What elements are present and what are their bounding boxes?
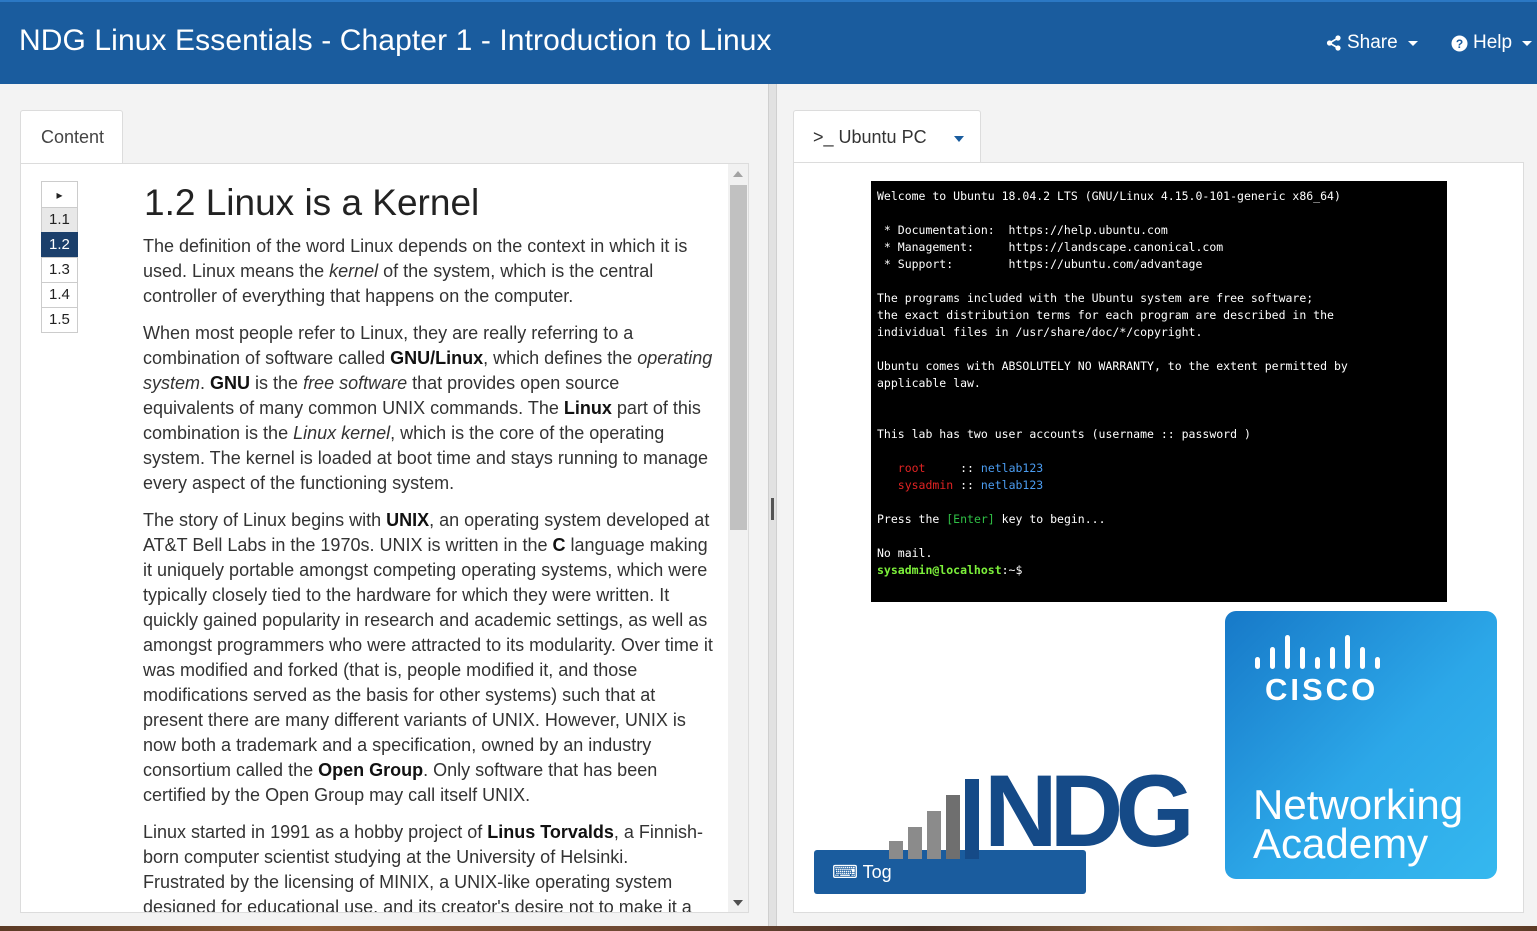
chevron-down-icon (1522, 40, 1533, 46)
shell-prompt-user: sysadmin@localhost (877, 563, 1002, 577)
cisco-bridge-icon (1255, 635, 1385, 669)
help-menu-button[interactable]: ? Help (1451, 32, 1533, 54)
keyboard-icon: ⌨ (832, 862, 858, 882)
tab-content[interactable]: Content (20, 110, 123, 164)
tab-ubuntu-pc-label: >_ Ubuntu PC (813, 127, 927, 147)
shell-prompt-path: :~$ (1001, 563, 1023, 577)
paragraph-4: Linux started in 1991 as a hobby project… (143, 822, 703, 913)
terminal-line: * Management: https://landscape.canonica… (877, 240, 1224, 254)
cisco-wordmark: CISCO (1265, 672, 1379, 707)
sysadmin-password: netlab123 (980, 478, 1044, 492)
desktop-background-strip (0, 926, 1537, 931)
help-label: Help (1473, 32, 1513, 53)
terminal-line: No mail. (877, 546, 933, 560)
pager-item-1-2[interactable]: 1.2 (41, 232, 78, 258)
lab-panel: >_ Ubuntu PC Welcome to Ubuntu 18.04.2 L… (777, 84, 1537, 931)
paragraph-3: The story of Linux begins with UNIX, an … (143, 510, 713, 805)
scroll-up-icon[interactable] (733, 171, 743, 177)
terminal-line: The programs included with the Ubuntu sy… (877, 291, 1314, 305)
terminal-separator: :: (953, 461, 981, 475)
terminal-line: * Documentation: https://help.ubuntu.com (877, 223, 1168, 237)
terminal-line: applicable law. (877, 376, 981, 390)
terminal-text: Press the (877, 512, 947, 526)
pager-expand-button[interactable]: ▸ (41, 181, 78, 208)
chevron-down-icon[interactable] (954, 136, 964, 142)
cisco-networking-academy-logo: CISCO Networking Academy (1225, 611, 1497, 879)
paragraph-2: When most people refer to Linux, they ar… (143, 323, 713, 493)
academy-line-2: Academy (1253, 820, 1429, 867)
page-title: NDG Linux Essentials - Chapter 1 - Intro… (19, 24, 772, 57)
ndg-logo: NDG (889, 754, 1209, 873)
lab-area: Welcome to Ubuntu 18.04.2 LTS (GNU/Linux… (793, 162, 1524, 913)
ndg-logo-bar (946, 795, 960, 859)
root-username: root (897, 461, 926, 475)
terminal-text: key to begin... (994, 512, 1106, 526)
enter-key-hint: [Enter] (946, 512, 995, 526)
content-area: ▸ 1.1 1.2 1.3 1.4 1.5 1.2 Linux is a Ker… (20, 163, 749, 913)
terminal-line: Ubuntu comes with ABSOLUTELY NO WARRANTY… (877, 359, 1348, 373)
terminal-line: individual files in /usr/share/doc/*/cop… (877, 325, 1203, 339)
ndg-logo-bar (965, 779, 979, 859)
content-panel: Content ▸ 1.1 1.2 1.3 1.4 1.5 1.2 Linux … (0, 84, 768, 931)
svg-text:?: ? (1456, 37, 1463, 51)
pager-item-1-5[interactable]: 1.5 (41, 307, 78, 333)
paragraph-1: The definition of the word Linux depends… (143, 236, 688, 306)
panel-resize-divider[interactable] (768, 84, 777, 931)
ndg-logo-bar (927, 811, 941, 859)
terminal-separator: :: (953, 478, 981, 492)
share-menu-button[interactable]: Share (1326, 32, 1418, 54)
terminal-line: the exact distribution terms for each pr… (877, 308, 1334, 322)
chevron-down-icon (1407, 40, 1418, 46)
top-navbar: NDG Linux Essentials - Chapter 1 - Intro… (0, 0, 1537, 84)
caret-right-icon: ▸ (56, 188, 63, 202)
content-scrollbar[interactable] (728, 164, 748, 912)
section-heading: 1.2 Linux is a Kernel (144, 182, 480, 223)
pager-item-1-1[interactable]: 1.1 (41, 207, 78, 233)
section-pager: ▸ 1.1 1.2 1.3 1.4 1.5 (41, 181, 78, 333)
ndg-logo-bar (908, 827, 922, 859)
tab-ubuntu-pc[interactable]: >_ Ubuntu PC (793, 110, 981, 164)
article: 1.2 Linux is a Kernel The definition of … (143, 176, 713, 913)
terminal-line: Welcome to Ubuntu 18.04.2 LTS (GNU/Linux… (877, 189, 1341, 203)
terminal-console[interactable]: Welcome to Ubuntu 18.04.2 LTS (GNU/Linux… (871, 181, 1447, 602)
pager-item-1-4[interactable]: 1.4 (41, 282, 78, 308)
scroll-down-icon[interactable] (733, 900, 743, 906)
resize-grip-icon[interactable] (771, 498, 774, 520)
root-password: netlab123 (980, 461, 1044, 475)
sysadmin-username: sysadmin (897, 478, 954, 492)
ndg-logo-text: NDG (984, 754, 1195, 868)
app-window: NDG Linux Essentials - Chapter 1 - Intro… (0, 0, 1537, 931)
toggle-keyboard-label: Tog (862, 862, 892, 882)
ndg-logo-bar (889, 841, 903, 859)
tab-content-label: Content (41, 127, 105, 147)
pager-item-1-3[interactable]: 1.3 (41, 257, 78, 283)
scrollbar-thumb[interactable] (730, 185, 747, 530)
terminal-line: This lab has two user accounts (username… (877, 427, 1251, 441)
share-icon (1326, 35, 1341, 51)
share-label: Share (1347, 32, 1398, 53)
terminal-line: * Support: https://ubuntu.com/advantage (877, 257, 1203, 271)
question-circle-icon: ? (1451, 35, 1468, 51)
